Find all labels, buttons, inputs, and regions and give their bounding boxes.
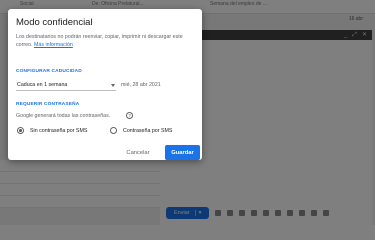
save-button[interactable]: Guardar xyxy=(165,145,200,160)
dialog-title: Modo confidencial xyxy=(16,17,93,28)
radio-no-sms-label[interactable]: Sin contraseña por SMS xyxy=(30,128,87,134)
password-note: Google generará todas las contraseñas. xyxy=(16,113,111,119)
confidential-mode-dialog: Modo confidencial Los destinatarios no p… xyxy=(8,9,202,160)
dialog-description: Los destinatarios no podrán reenviar, co… xyxy=(16,34,196,49)
expiration-date: mié, 28 abr 2021 xyxy=(121,82,161,88)
help-icon[interactable]: ? xyxy=(126,112,133,119)
password-section-title: REQUERIR CONTRASEÑA xyxy=(16,102,80,107)
chevron-down-icon xyxy=(111,84,115,87)
more-info-link[interactable]: Más información xyxy=(34,42,73,48)
expiration-select[interactable]: Caduca en 1 semana xyxy=(16,80,116,91)
radio-no-sms-password[interactable] xyxy=(17,127,24,134)
radio-sms-password[interactable] xyxy=(110,127,117,134)
cancel-button[interactable]: Cancelar xyxy=(124,146,152,160)
expiration-section-title: CONFIGURAR CADUCIDAD xyxy=(16,69,82,74)
expiration-select-value: Caduca en 1 semana xyxy=(17,82,68,88)
radio-sms-label[interactable]: Contraseña por SMS xyxy=(123,128,172,134)
